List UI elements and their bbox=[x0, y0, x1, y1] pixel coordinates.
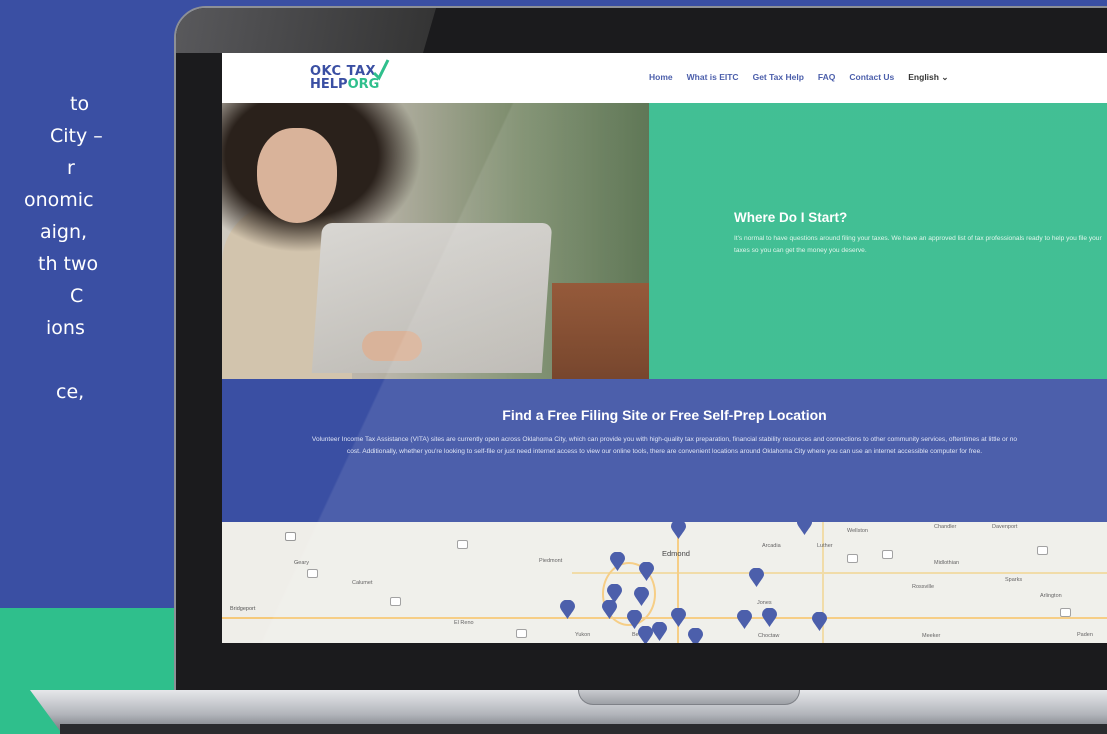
map-pin-icon[interactable] bbox=[602, 600, 617, 619]
map-pin-icon[interactable] bbox=[638, 626, 653, 643]
map-town: Paden bbox=[1077, 632, 1093, 638]
nav-item-get-tax-help[interactable]: Get Tax Help bbox=[753, 72, 804, 83]
map-town: Sparks bbox=[1005, 577, 1023, 583]
location-map[interactable]: Geary Calumet Bridgeport Piedmont Edmond… bbox=[222, 522, 1107, 643]
hero-title: Where Do I Start? bbox=[734, 210, 848, 225]
nav-item-faq[interactable]: FAQ bbox=[818, 72, 835, 83]
map-pin-icon[interactable] bbox=[797, 522, 812, 535]
map-town: Choctaw bbox=[758, 633, 780, 639]
logo-line-2: HELPORG bbox=[310, 78, 379, 91]
main-nav: Home What is EITC Get Tax Help FAQ Conta… bbox=[649, 72, 962, 83]
map-town: Arlington bbox=[1040, 593, 1062, 599]
map-town: Luther bbox=[817, 543, 833, 549]
photo-hand bbox=[362, 331, 422, 361]
laptop-base-notch bbox=[578, 690, 800, 705]
highway-shield-icon bbox=[516, 629, 527, 638]
photo-laptop bbox=[311, 223, 553, 373]
map-pin-icon[interactable] bbox=[671, 608, 686, 627]
left-panel-text: to City – r onomic aign, th two C ions c… bbox=[0, 88, 190, 408]
highway-shield-icon bbox=[285, 532, 296, 541]
map-town: Chandler bbox=[934, 524, 957, 530]
highway-shield-icon bbox=[390, 597, 401, 606]
nav-item-home[interactable]: Home bbox=[649, 72, 673, 83]
site-header: OKC TAX HELPORG Home What is EITC Get Ta… bbox=[222, 53, 1107, 103]
map-pin-icon[interactable] bbox=[737, 610, 752, 629]
map-town: Rossville bbox=[912, 584, 935, 590]
map-town: Davenport bbox=[992, 524, 1018, 530]
map-pin-icon[interactable] bbox=[671, 522, 686, 539]
site-logo[interactable]: OKC TAX HELPORG bbox=[310, 65, 379, 91]
map-road bbox=[222, 617, 1107, 619]
hero-photo bbox=[222, 103, 649, 379]
highway-shield-icon bbox=[307, 569, 318, 578]
left-text-line: aign, bbox=[40, 221, 88, 243]
map-town: El Reno bbox=[454, 620, 474, 626]
map-pin-icon[interactable] bbox=[688, 628, 703, 643]
highway-shield-icon bbox=[457, 540, 468, 549]
left-text-line: City – bbox=[50, 125, 103, 147]
map-town: Arcadia bbox=[762, 543, 781, 549]
left-text-line: th two bbox=[38, 253, 99, 275]
band-body: Volunteer Income Tax Assistance (VITA) s… bbox=[311, 436, 1018, 455]
highway-shield-icon bbox=[847, 554, 858, 563]
photo-face bbox=[257, 128, 337, 223]
bezel-reflection bbox=[176, 8, 436, 53]
map-pin-icon[interactable] bbox=[560, 600, 575, 619]
laptop-screen: OKC TAX HELPORG Home What is EITC Get Ta… bbox=[222, 53, 1107, 643]
map-town: Wellston bbox=[847, 528, 868, 534]
map-pin-icon[interactable] bbox=[610, 552, 625, 571]
band-title: Find a Free Filing Site or Free Self-Pre… bbox=[502, 407, 827, 423]
logo-check-icon bbox=[372, 59, 390, 81]
left-text-line: onomic bbox=[24, 189, 94, 211]
map-town: Midlothian bbox=[934, 560, 960, 566]
map-pin-icon[interactable] bbox=[634, 587, 649, 606]
highway-shield-icon bbox=[1060, 608, 1071, 617]
left-text-line: to bbox=[70, 93, 90, 115]
left-panel: to City – r onomic aign, th two C ions c… bbox=[0, 0, 200, 608]
map-town: Edmond bbox=[662, 549, 690, 558]
left-text-line: r bbox=[67, 157, 75, 179]
map-town: Jones bbox=[757, 600, 772, 606]
map-pin-icon[interactable] bbox=[639, 562, 654, 581]
laptop-base-shadow bbox=[60, 724, 1107, 734]
photo-chair bbox=[552, 283, 649, 379]
map-pin-icon[interactable] bbox=[812, 612, 827, 631]
hero-body: It's normal to have questions around fil… bbox=[734, 235, 1102, 254]
map-pin-icon[interactable] bbox=[762, 608, 777, 627]
left-text-line: ce, bbox=[56, 381, 85, 403]
hero-panel: Where Do I Start? It's normal to have qu… bbox=[649, 103, 1107, 379]
map-pin-icon[interactable] bbox=[652, 622, 667, 641]
nav-item-what-is-eitc[interactable]: What is EITC bbox=[687, 72, 739, 83]
left-text-line: C bbox=[70, 285, 84, 307]
map-town: Yukon bbox=[575, 632, 591, 638]
map-town: Geary bbox=[294, 560, 309, 566]
logo-help: HELP bbox=[310, 77, 348, 92]
map-town: Meeker bbox=[922, 633, 941, 639]
filing-site-band: Find a Free Filing Site or Free Self-Pre… bbox=[222, 379, 1107, 522]
highway-shield-icon bbox=[1037, 546, 1048, 555]
map-town: Calumet bbox=[352, 580, 373, 586]
highway-shield-icon bbox=[882, 550, 893, 559]
map-town: Bridgeport bbox=[230, 606, 256, 612]
left-text-line: ions bbox=[46, 317, 85, 339]
language-dropdown[interactable]: English ⌄ bbox=[908, 72, 948, 83]
map-town: Piedmont bbox=[539, 558, 563, 564]
nav-item-contact-us[interactable]: Contact Us bbox=[849, 72, 894, 83]
map-pin-icon[interactable] bbox=[749, 568, 764, 587]
